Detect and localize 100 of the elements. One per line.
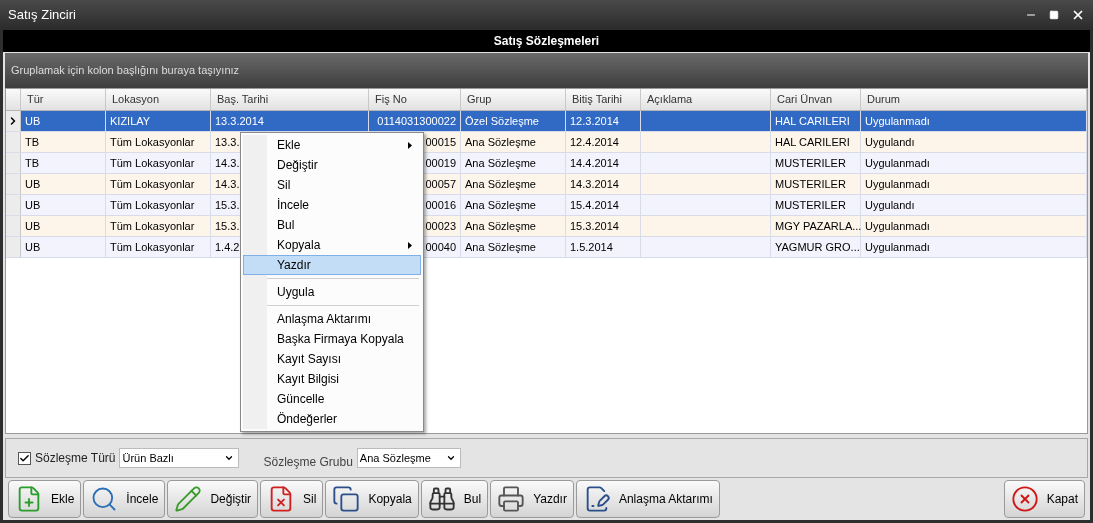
table-cell-text: Tüm Lokasyonlar [110, 134, 195, 150]
table-cell-text: HAL CARILERI [775, 134, 850, 150]
table-cell-text: MUSTERILER [775, 155, 846, 171]
menu-item[interactable]: Değiştir [243, 155, 421, 175]
table-cell-text: 00023 [425, 218, 456, 234]
submenu-arrow-icon [408, 141, 412, 149]
table-cell-text: Ana Sözleşme [465, 134, 536, 150]
menu-item[interactable]: Bul [243, 215, 421, 235]
dropdown[interactable]: Ana Sözleşme [356, 448, 461, 468]
table-cell-text: 15.3.2014 [570, 218, 619, 234]
table-cell-text: TB [25, 155, 40, 171]
menu-item[interactable]: Öndeğerler [243, 409, 421, 429]
toolbar-button[interactable]: Bul [420, 480, 489, 518]
close-icon[interactable] [1071, 8, 1085, 22]
table-cell-text: 12.4.2014 [570, 134, 619, 150]
table-cell-text: Tüm Lokasyonlar [110, 197, 195, 213]
table-cell-text: TB [25, 134, 40, 150]
table-cell-text: 0114031300022 [377, 113, 456, 129]
table-cell-text: 00057 [425, 176, 456, 192]
table-cell-text: HAL CARILERI [775, 113, 850, 129]
table-cell-text: UB [25, 176, 41, 192]
row-indicator[interactable] [6, 111, 21, 131]
menu-item[interactable]: Kopyala [243, 235, 421, 255]
toolbar-button[interactable]: Yazdır [490, 480, 574, 518]
column-header[interactable]: Durum [861, 89, 1087, 110]
column-header[interactable]: Açıklama [641, 89, 771, 110]
table-cell-text: 14.3. [215, 155, 240, 171]
maximize-icon[interactable] [1049, 10, 1059, 20]
menu-item[interactable]: Kayıt Sayısı [243, 349, 421, 369]
menu-item[interactable]: Başka Firmaya Kopyala [243, 329, 421, 349]
table-cell-text: Ana Sözleşme [465, 218, 536, 234]
menu-item[interactable]: Ekle [243, 135, 421, 155]
table-cell-text: Uygulandı [865, 134, 915, 150]
table-cell-text: 15.4.2014 [570, 197, 619, 213]
submenu-arrow-icon [408, 241, 412, 249]
table-cell-text: Özel Sözleşme [465, 113, 539, 129]
menu-item[interactable]: İncele [243, 195, 421, 215]
dropdown[interactable]: Ürün Bazlı [119, 448, 240, 468]
table-cell-text: Tüm Lokasyonlar [110, 155, 195, 171]
table-cell-text: MUSTERILER [775, 176, 846, 192]
toolbar-button[interactable]: Kapat [1003, 480, 1085, 518]
table-cell-text: Ana Sözleşme [465, 197, 536, 213]
table-cell-text: 00019 [425, 155, 456, 171]
toolbar-button[interactable]: Ekle [8, 480, 82, 518]
table-cell-text: Uygulanmadı [865, 113, 930, 129]
menu-item[interactable]: Yazdır [243, 255, 421, 275]
table-cell-text: 14.4.2014 [570, 155, 619, 171]
menu-item[interactable]: Anlaşma Aktarımı [243, 309, 421, 329]
header-title: Satış Sözleşmeleri [493, 33, 600, 50]
table-cell-text: Uygulanmadı [865, 218, 930, 234]
group-panel-hint: Gruplamak için kolon başlığını buraya taşıyınız [11, 63, 240, 79]
table-cell-text: MGY PAZARLA... [775, 218, 862, 234]
table-cell-text: 14.3. [215, 176, 240, 192]
table-cell-text: UB [25, 113, 41, 129]
copy-icon [332, 485, 361, 513]
binoculars-icon [427, 485, 456, 513]
column-header[interactable]: Bitiş Tarihi [566, 89, 641, 110]
table-cell-text: 00015 [425, 134, 456, 150]
table-cell-text: 13.3.2014 [215, 113, 264, 129]
column-header[interactable]: Tür [21, 89, 106, 110]
table-cell-text: Uygulanmadı [865, 155, 930, 171]
column-header[interactable]: Baş. Tarihi [211, 89, 369, 110]
table-cell-text: UB [25, 218, 41, 234]
column-header[interactable]: Lokasyon [106, 89, 211, 110]
close-icon [1010, 485, 1039, 513]
menu-item[interactable]: Kayıt Bilgisi [243, 369, 421, 389]
menu-item[interactable]: Güncelle [243, 389, 421, 409]
menu-item[interactable]: Uygula [243, 282, 421, 302]
table-cell-text: MUSTERILER [775, 197, 846, 213]
table-cell-text: 12.3.2014 [570, 113, 619, 129]
column-header[interactable]: Grup [461, 89, 566, 110]
toolbar-button[interactable]: Sil [260, 480, 324, 518]
table-cell-text: 00040 [425, 239, 456, 255]
table-cell-text: 1.4.2 [215, 239, 240, 255]
table-cell-text: UB [25, 197, 41, 213]
table-cell-text: 14.3.2014 [570, 176, 619, 192]
table-cell-text: 13.3. [215, 134, 240, 150]
menu-item[interactable]: Sil [243, 175, 421, 195]
column-header[interactable]: Cari Ünvan [771, 89, 861, 110]
table-cell-text: 15.3. [215, 218, 240, 234]
table-cell-text: Tüm Lokasyonlar [110, 239, 195, 255]
table-cell-text: Uygulanmadı [865, 239, 930, 255]
table-cell-text: Uygulandı [865, 197, 915, 213]
table-cell-text: Ana Sözleşme [465, 176, 536, 192]
toolbar-button[interactable]: Değiştir [167, 480, 259, 518]
window-title: Satış Zinciri [8, 6, 77, 25]
table-cell-text: Ana Sözleşme [465, 155, 536, 171]
checkbox[interactable] [18, 451, 31, 465]
column-header[interactable]: Fiş No [369, 89, 461, 110]
table-row[interactable]: UB KIZILAY 13.3.2014 0114031300022 Özel Sözleşme 12.3.2014 HAL CARILERI Uygulanmadı [6, 111, 1087, 132]
toolbar-button[interactable]: Anlaşma Aktarımı [575, 480, 720, 518]
field-label: Sözleşme Grubu [263, 454, 353, 471]
table-cell-text: Ana Sözleşme [465, 239, 536, 255]
checkbox-label: Sözleşme Türü [35, 450, 116, 467]
toolbar-button[interactable]: Kopyala [325, 480, 419, 518]
table-cell-text: 1.5.2014 [570, 239, 613, 255]
toolbar-button[interactable]: İncele [83, 480, 166, 518]
table-cell-text: Tüm Lokasyonlar [110, 218, 195, 234]
table-cell-text: Uygulanmadı [865, 176, 930, 192]
table-cell-text: KIZILAY [110, 113, 151, 129]
